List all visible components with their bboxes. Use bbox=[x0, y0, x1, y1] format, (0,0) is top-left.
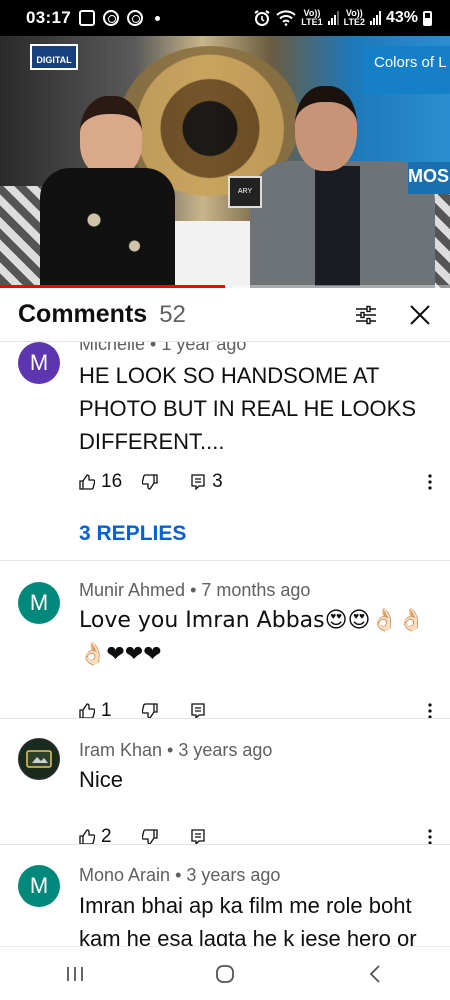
avatar[interactable]: M bbox=[18, 582, 60, 624]
comment-meta: Munir Ahmed • 7 months ago bbox=[79, 580, 311, 600]
avatar[interactable]: M bbox=[18, 865, 60, 907]
reply-icon bbox=[190, 703, 205, 719]
comment-list[interactable]: M Michelle • 1 year ago HE LOOK SO HANDS… bbox=[0, 342, 450, 946]
comment-text: Nice bbox=[79, 767, 124, 792]
more-notifications-dot-icon bbox=[154, 15, 160, 21]
signal-1-icon bbox=[327, 11, 339, 25]
comment-author[interactable]: Iram Khan bbox=[79, 740, 162, 760]
guest-figure bbox=[35, 96, 175, 288]
avatar[interactable] bbox=[18, 738, 60, 780]
thumbs-down-icon bbox=[142, 474, 158, 490]
comment-time: 7 months ago bbox=[201, 580, 311, 600]
comment-actions: 16 3 bbox=[79, 470, 223, 494]
comment-actions: 2 bbox=[79, 825, 206, 849]
sort-filter-button[interactable] bbox=[354, 303, 378, 327]
comment-author[interactable]: Mono Arain bbox=[79, 865, 170, 885]
more-vert-icon bbox=[428, 474, 432, 490]
alarm-icon bbox=[254, 10, 270, 26]
comment-author[interactable]: Munir Ahmed bbox=[79, 580, 185, 600]
dislike-button[interactable] bbox=[142, 474, 158, 490]
battery-percent: 43% bbox=[385, 9, 418, 26]
app-notification-icon-2 bbox=[126, 10, 143, 26]
comment-divider bbox=[0, 718, 450, 719]
back-button[interactable] bbox=[355, 954, 395, 994]
comment-more-button[interactable] bbox=[420, 825, 440, 849]
volte-2-indicator: Vo)) LTE2 bbox=[343, 8, 365, 27]
video-player[interactable]: ARY DIGITAL Colors of L MOS bbox=[0, 36, 450, 288]
close-comments-button[interactable] bbox=[408, 303, 432, 327]
comments-header: Comments 52 bbox=[0, 288, 450, 342]
video-banner: Colors of L bbox=[362, 46, 450, 94]
system-nav-bar bbox=[0, 946, 450, 1000]
comment-divider bbox=[0, 844, 450, 845]
sort-filter-icon bbox=[356, 305, 376, 324]
reply-icon bbox=[191, 474, 205, 490]
thumbs-up-icon bbox=[79, 474, 95, 490]
reply-button[interactable]: 3 bbox=[190, 471, 223, 493]
dislike-button[interactable] bbox=[141, 829, 158, 845]
thumbs-down-icon bbox=[141, 829, 158, 845]
comment-actions: 1 bbox=[79, 699, 206, 723]
channel-logo: DIGITAL bbox=[30, 44, 78, 70]
battery-icon bbox=[423, 10, 432, 26]
comment-author[interactable]: Michelle bbox=[79, 342, 145, 354]
comments-title: Comments bbox=[18, 300, 148, 328]
recent-apps-button[interactable] bbox=[55, 954, 95, 994]
thumbs-up-icon bbox=[79, 829, 95, 845]
close-icon bbox=[410, 304, 430, 325]
dislike-button[interactable] bbox=[141, 703, 158, 719]
more-vert-icon bbox=[428, 703, 432, 719]
video-banner-2: MOS bbox=[408, 162, 450, 194]
comment-meta: Iram Khan • 3 years ago bbox=[79, 740, 273, 760]
thumbs-down-icon bbox=[141, 703, 158, 719]
comment-time: 1 year ago bbox=[161, 342, 247, 354]
like-button[interactable]: 16 bbox=[79, 471, 122, 493]
back-icon bbox=[369, 964, 380, 983]
reply-icon bbox=[190, 829, 205, 845]
microphone: ARY bbox=[228, 176, 262, 208]
comment-meta: Mono Arain • 3 years ago bbox=[79, 865, 281, 885]
avatar[interactable]: M bbox=[18, 342, 60, 384]
wifi-icon bbox=[276, 10, 296, 26]
thumbs-up-icon bbox=[79, 703, 95, 719]
avatar-image-icon bbox=[26, 750, 52, 768]
signal-2-icon bbox=[369, 11, 381, 25]
status-time: 03:17 bbox=[26, 8, 71, 27]
comment-time: 3 years ago bbox=[186, 865, 281, 885]
comment-text-line-2: 👌🏻❤❤❤ bbox=[79, 642, 162, 667]
home-icon bbox=[216, 964, 234, 983]
reply-button[interactable] bbox=[190, 703, 206, 719]
gallery-icon bbox=[78, 10, 95, 26]
comment-divider bbox=[0, 560, 450, 561]
volte-1-indicator: Vo)) LTE1 bbox=[301, 8, 323, 27]
comment-time: 3 years ago bbox=[178, 740, 273, 760]
reply-count: 3 bbox=[212, 471, 223, 492]
status-bar: 03:17 Vo)) LTE1 Vo)) LTE2 43% bbox=[0, 0, 450, 36]
comment-text: HE LOOK SO HANDSOME AT PHOTO BUT IN REAL… bbox=[79, 363, 417, 454]
comment-more-button[interactable] bbox=[420, 470, 440, 494]
recent-apps-icon bbox=[67, 966, 83, 981]
comment-text: Imran bhai ap ka film me role boht kam h… bbox=[79, 893, 417, 946]
comment-meta: Michelle • 1 year ago bbox=[79, 342, 246, 355]
reply-button[interactable] bbox=[190, 829, 206, 845]
comments-count: 52 bbox=[159, 300, 186, 328]
app-notification-icon bbox=[102, 10, 119, 26]
like-count: 16 bbox=[101, 471, 123, 492]
view-replies-button[interactable]: 3 REPLIES bbox=[79, 522, 186, 546]
comment-text: Love you Imran Abbas😍😍👌🏻👌🏻 bbox=[79, 608, 426, 633]
home-button[interactable] bbox=[205, 954, 245, 994]
more-vert-icon bbox=[428, 829, 432, 845]
comment-more-button[interactable] bbox=[420, 699, 440, 723]
